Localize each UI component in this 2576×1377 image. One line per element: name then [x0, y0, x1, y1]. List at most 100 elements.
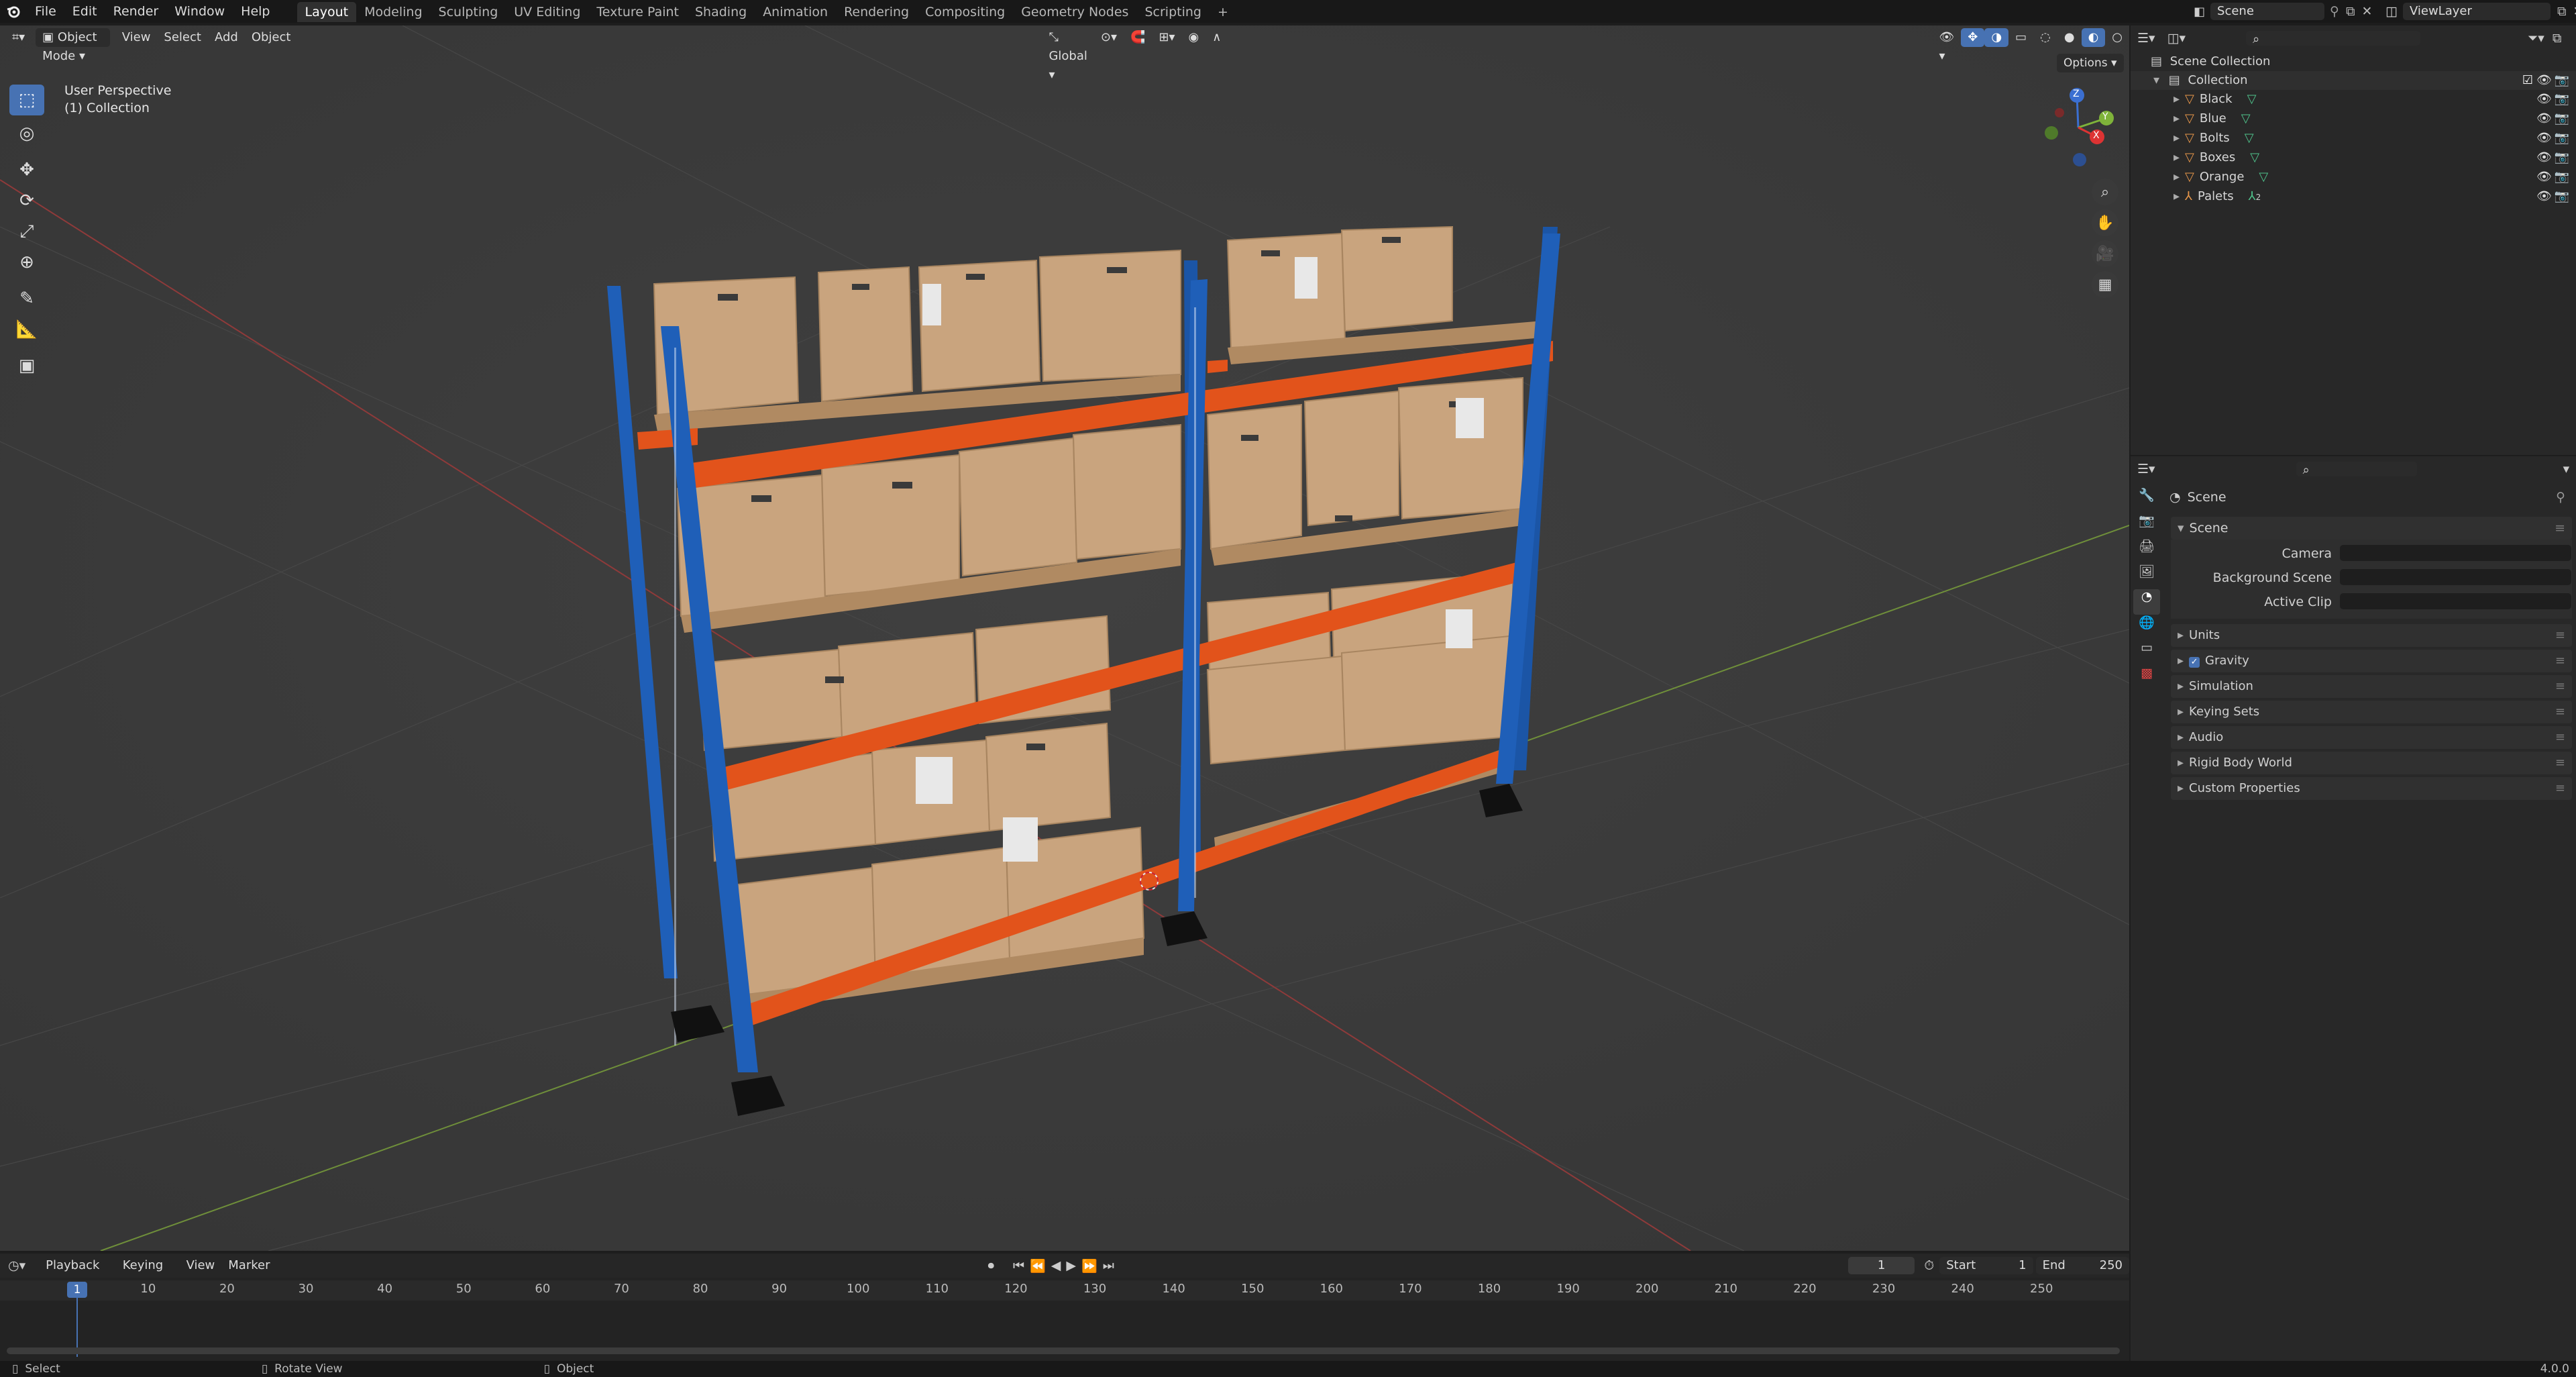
menu-edit[interactable]: Edit [64, 0, 105, 23]
scene-name-field[interactable]: Scene [2210, 3, 2325, 20]
add-workspace-button[interactable]: + [1210, 2, 1236, 22]
options-dropdown[interactable]: Options ▾ [2057, 54, 2124, 72]
measure-tool[interactable]: 📐 [9, 314, 44, 345]
delete-view-layer-icon[interactable]: ✕ [2573, 4, 2576, 19]
expand-arrow-icon[interactable]: ▸ [2174, 92, 2180, 106]
visibility-eye-icon[interactable]: 👁 [2536, 129, 2552, 148]
mesh-data-icon[interactable]: ▽ [2241, 111, 2251, 125]
transform-tool[interactable]: ⊕ [9, 247, 44, 278]
timeline-menu-playback[interactable]: Playback ▾ [39, 1256, 116, 1291]
camera-field[interactable] [2340, 545, 2571, 561]
display-mode-icon[interactable]: ◫▾ [2167, 31, 2186, 46]
render-camera-icon[interactable]: 📷 [2555, 129, 2569, 148]
menu-help[interactable]: Help [233, 0, 278, 23]
start-frame-field[interactable]: Start 1 [1939, 1257, 2033, 1274]
expand-arrow-icon[interactable]: ▸ [2174, 131, 2180, 145]
outliner-item-boxes[interactable]: ▸ ▽ Boxes ▽ 👁 📷 [2131, 148, 2576, 167]
menu-render[interactable]: Render [105, 0, 167, 23]
expand-arrow-icon[interactable]: ▾ [2153, 73, 2159, 87]
section-keying-sets[interactable]: ▸ Keying Sets ≡ [2171, 701, 2572, 723]
output-tab-icon[interactable]: 🖨 [2133, 538, 2160, 564]
tab-uv-editing[interactable]: UV Editing [506, 2, 588, 22]
new-scene-icon[interactable]: ⧉ [2346, 4, 2355, 19]
record-icon[interactable]: ⏺ [988, 1258, 995, 1273]
rotate-tool[interactable]: ⟳ [9, 185, 44, 216]
drag-handle-icon[interactable]: ≡ [2555, 624, 2565, 647]
mode-dropdown[interactable]: ▣ Object Mode ▾ [36, 28, 110, 63]
texture-tab-icon[interactable]: ▩ [2133, 666, 2160, 691]
filter-icon[interactable]: ⏷▾ [2528, 31, 2544, 46]
menu-window[interactable]: Window [166, 0, 233, 23]
section-gravity[interactable]: ▸ ✓ Gravity ≡ [2171, 650, 2572, 672]
new-collection-icon[interactable]: ⧉ [2553, 31, 2562, 46]
jump-end-icon[interactable]: ⏭ [1103, 1258, 1114, 1273]
timeline-menu-keying[interactable]: Keying ▾ [116, 1256, 180, 1291]
outliner-editor-icon[interactable]: ☰▾ [2137, 31, 2155, 46]
scene-tab-icon[interactable]: ◔ [2133, 589, 2160, 615]
tab-animation[interactable]: Animation [755, 2, 836, 22]
outliner-item-bolts[interactable]: ▸ ▽ Bolts ▽ 👁 📷 [2131, 129, 2576, 148]
scene-icon[interactable]: ◧ [2194, 5, 2205, 19]
solid-shading-icon[interactable]: ● [2057, 28, 2082, 47]
empty-data-icon[interactable]: ⅄ [2249, 189, 2256, 203]
drag-handle-icon[interactable]: ≡ [2555, 726, 2565, 749]
tab-compositing[interactable]: Compositing [917, 2, 1013, 22]
cursor-tool[interactable]: ◎ [9, 118, 44, 149]
collection-tab-icon[interactable]: ▭ [2133, 640, 2160, 666]
viewport-menu-view[interactable]: View [115, 28, 158, 47]
jump-start-icon[interactable]: ⏮ [1013, 1258, 1024, 1273]
outliner-item-palets[interactable]: ▸ ⅄ Palets ⅄2 👁 📷 [2131, 187, 2576, 206]
add-cube-tool[interactable]: ▣ [9, 350, 44, 381]
xray-icon[interactable]: ▭ [2008, 28, 2033, 47]
mesh-data-icon[interactable]: ▽ [2259, 170, 2268, 184]
stopwatch-icon[interactable]: ⏱ [1924, 1258, 1934, 1273]
mesh-data-icon[interactable]: ▽ [2245, 131, 2254, 145]
delete-scene-icon[interactable]: ✕ [2362, 4, 2373, 19]
background-scene-field[interactable] [2340, 569, 2571, 585]
menu-file[interactable]: File [27, 0, 64, 23]
pivot-point-icon[interactable]: ⊙▾ [1094, 28, 1124, 47]
annotate-tool[interactable]: ✎ [9, 283, 44, 314]
prev-keyframe-icon[interactable]: ⏪ [1030, 1258, 1046, 1274]
tab-layout[interactable]: Layout [297, 2, 357, 22]
viewport-menu-select[interactable]: Select [157, 28, 208, 47]
move-tool[interactable]: ✥ [9, 154, 44, 185]
section-units[interactable]: ▸ Units ≡ [2171, 624, 2572, 647]
timeline-editor-icon[interactable]: ◷▾ [8, 1258, 25, 1273]
drag-handle-icon[interactable]: ≡ [2555, 752, 2565, 774]
new-view-layer-icon[interactable]: ⧉ [2557, 4, 2567, 19]
end-frame-field[interactable]: End 250 [2035, 1257, 2129, 1274]
properties-search-input[interactable]: ⌕ [2296, 462, 2417, 477]
outliner-search-input[interactable]: ⌕ [2246, 31, 2421, 46]
proportional-edit-icon[interactable]: ◉ [1182, 28, 1206, 47]
viewport-menu-add[interactable]: Add [208, 28, 245, 47]
section-audio[interactable]: ▸ Audio ≡ [2171, 726, 2572, 749]
outliner-collection-row[interactable]: ▾ ▤ Collection ☑ 👁 📷 [2131, 71, 2576, 90]
tab-sculpting[interactable]: Sculpting [431, 2, 506, 22]
render-camera-icon[interactable]: 📷 [2555, 90, 2569, 109]
mesh-data-icon[interactable]: ▽ [2247, 92, 2257, 106]
next-keyframe-icon[interactable]: ⏩ [1081, 1258, 1097, 1274]
include-checkbox-icon[interactable]: ☑ [2522, 71, 2533, 90]
section-rigid-body-world[interactable]: ▸ Rigid Body World ≡ [2171, 752, 2572, 774]
visibility-icon[interactable]: 👁▾ [1932, 28, 1961, 63]
transform-orientation-dropdown[interactable]: ⤡ Global ▾ [1042, 28, 1093, 82]
drag-handle-icon[interactable]: ≡ [2555, 675, 2565, 698]
3d-viewport[interactable]: User Perspective (1) Collection ⬚ ◎ ✥ ⟳ … [0, 26, 2129, 1251]
visibility-eye-icon[interactable]: 👁 [2536, 168, 2552, 187]
falloff-icon[interactable]: ∧ [1205, 28, 1228, 47]
tab-texture-paint[interactable]: Texture Paint [588, 2, 687, 22]
viewport-menu-object[interactable]: Object [245, 28, 298, 47]
render-camera-icon[interactable]: 📷 [2555, 148, 2569, 167]
tab-geometry-nodes[interactable]: Geometry Nodes [1013, 2, 1136, 22]
tab-scripting[interactable]: Scripting [1136, 2, 1210, 22]
tool-tab-icon[interactable]: 🔧 [2133, 487, 2160, 513]
visibility-eye-icon[interactable]: 👁 [2536, 71, 2552, 90]
rendered-shading-icon[interactable]: ○ [2105, 28, 2129, 47]
timeline-editor[interactable]: ◷▾ Playback ▾ Keying ▾ View Marker ⏺ ⏮ ⏪… [0, 1254, 2129, 1361]
drag-handle-icon[interactable]: ≡ [2555, 777, 2565, 800]
view-layer-tab-icon[interactable]: 🖼 [2133, 564, 2160, 589]
render-camera-icon[interactable]: 📷 [2555, 109, 2569, 128]
editor-type-icon[interactable]: ⌗▾ [5, 28, 32, 47]
render-camera-icon[interactable]: 📷 [2555, 168, 2569, 187]
